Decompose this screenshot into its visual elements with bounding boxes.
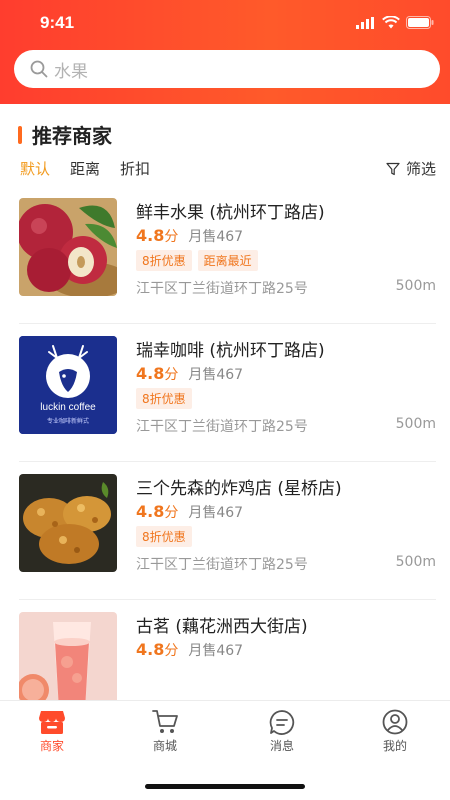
shop-card[interactable]: 古茗 (藕花洲西大街店) 4.8 分 月售467 — [0, 600, 450, 700]
shop-rating: 4.8 — [136, 502, 165, 521]
filter-default[interactable]: 默认 — [20, 158, 50, 179]
filter-button[interactable]: 筛选 — [386, 158, 436, 179]
shop-distance: 500m — [395, 554, 436, 570]
shop-rating-row: 4.8 分 月售467 — [136, 502, 243, 522]
filter-icon — [386, 162, 400, 175]
shop-rating: 4.8 — [136, 640, 165, 659]
shop-address: 江干区丁兰街道环丁路25号 — [136, 557, 308, 573]
shop-rating-row: 4.8 分 月售467 — [136, 640, 243, 660]
tab-messages[interactable]: 消息 — [252, 709, 312, 754]
shop-rating-unit: 分 — [164, 367, 179, 383]
user-icon — [382, 709, 408, 735]
shop-image-luckin: luckin coffee 专业咖啡新鲜式 — [19, 336, 117, 434]
shop-distance: 500m — [395, 278, 436, 294]
shop-icon — [39, 711, 65, 734]
filter-distance[interactable]: 距离 — [70, 158, 100, 179]
status-time: 9:41 — [40, 13, 75, 32]
search-text: 水果 — [54, 61, 88, 82]
shop-rating-unit: 分 — [164, 643, 179, 659]
signal-icon — [356, 16, 374, 29]
shop-tags: 8折优惠 — [136, 388, 192, 409]
shop-rating: 4.8 — [136, 226, 165, 245]
cart-icon — [152, 710, 178, 733]
shop-monthly-sales: 月售467 — [188, 229, 244, 245]
luckin-logo-text: luckin coffee — [40, 402, 96, 413]
discount-tag: 8折优惠 — [136, 250, 192, 271]
shop-image-apple — [19, 198, 117, 296]
tab-profile-label: 我的 — [382, 739, 407, 753]
search-input[interactable]: 水果 — [14, 50, 440, 88]
title-accent-bar — [18, 125, 22, 144]
shop-rating-row: 4.8 分 月售467 — [136, 226, 243, 246]
shop-name: 瑞幸咖啡 (杭州环丁路店) — [136, 341, 325, 361]
shop-distance: 500m — [395, 416, 436, 432]
shop-address: 江干区丁兰街道环丁路25号 — [136, 281, 308, 297]
discount-tag: 8折优惠 — [136, 388, 192, 409]
tab-mall-label: 商城 — [152, 739, 177, 753]
tab-profile[interactable]: 我的 — [365, 709, 425, 754]
shop-monthly-sales: 月售467 — [188, 643, 244, 659]
shop-name: 三个先森的炸鸡店 (星桥店) — [136, 479, 342, 499]
shop-image-fried-chicken — [19, 474, 117, 572]
status-icons — [356, 16, 434, 29]
tab-messages-label: 消息 — [269, 739, 294, 753]
shop-monthly-sales: 月售467 — [188, 505, 244, 521]
shop-list: 鲜丰水果 (杭州环丁路店) 4.8 分 月售467 8折优惠 距离最近 江干区丁… — [0, 186, 450, 700]
shop-address: 江干区丁兰街道环丁路25号 — [136, 419, 308, 435]
luckin-logo-subtext: 专业咖啡新鲜式 — [46, 418, 89, 425]
search-icon — [30, 60, 48, 78]
nearest-tag: 距离最近 — [197, 250, 258, 271]
shop-card[interactable]: 三个先森的炸鸡店 (星桥店) 4.8 分 月售467 8折优惠 江干区丁兰街道环… — [0, 462, 450, 600]
shop-name: 鲜丰水果 (杭州环丁路店) — [136, 203, 325, 223]
section-title: 推荐商家 — [32, 124, 112, 148]
shop-image-tea — [19, 612, 117, 700]
battery-icon — [406, 16, 434, 29]
section-header: 推荐商家 — [18, 120, 112, 149]
shop-rating-unit: 分 — [164, 505, 179, 521]
shop-rating-unit: 分 — [164, 229, 179, 245]
shop-tags: 8折优惠 — [136, 526, 192, 547]
shop-monthly-sales: 月售467 — [188, 367, 244, 383]
wifi-icon — [382, 16, 400, 29]
shop-rating: 4.8 — [136, 364, 165, 383]
filter-bar: 默认 距离 折扣 筛选 — [20, 158, 436, 179]
shop-card[interactable]: luckin coffee 专业咖啡新鲜式 瑞幸咖啡 (杭州环丁路店) 4.8 … — [0, 324, 450, 462]
tab-shops-label: 商家 — [39, 739, 64, 753]
shop-tags: 8折优惠 距离最近 — [136, 250, 258, 271]
home-indicator[interactable] — [145, 784, 305, 789]
shop-rating-row: 4.8 分 月售467 — [136, 364, 243, 384]
shop-card[interactable]: 鲜丰水果 (杭州环丁路店) 4.8 分 月售467 8折优惠 距离最近 江干区丁… — [0, 186, 450, 324]
filter-discount[interactable]: 折扣 — [120, 158, 150, 179]
discount-tag: 8折优惠 — [136, 526, 192, 547]
message-icon — [269, 710, 295, 735]
filter-button-label: 筛选 — [405, 160, 436, 178]
app-header: 9:41 水果 — [0, 0, 450, 104]
tab-shops[interactable]: 商家 — [22, 709, 82, 754]
tab-mall[interactable]: 商城 — [135, 709, 195, 754]
shop-name: 古茗 (藕花洲西大街店) — [136, 617, 308, 637]
